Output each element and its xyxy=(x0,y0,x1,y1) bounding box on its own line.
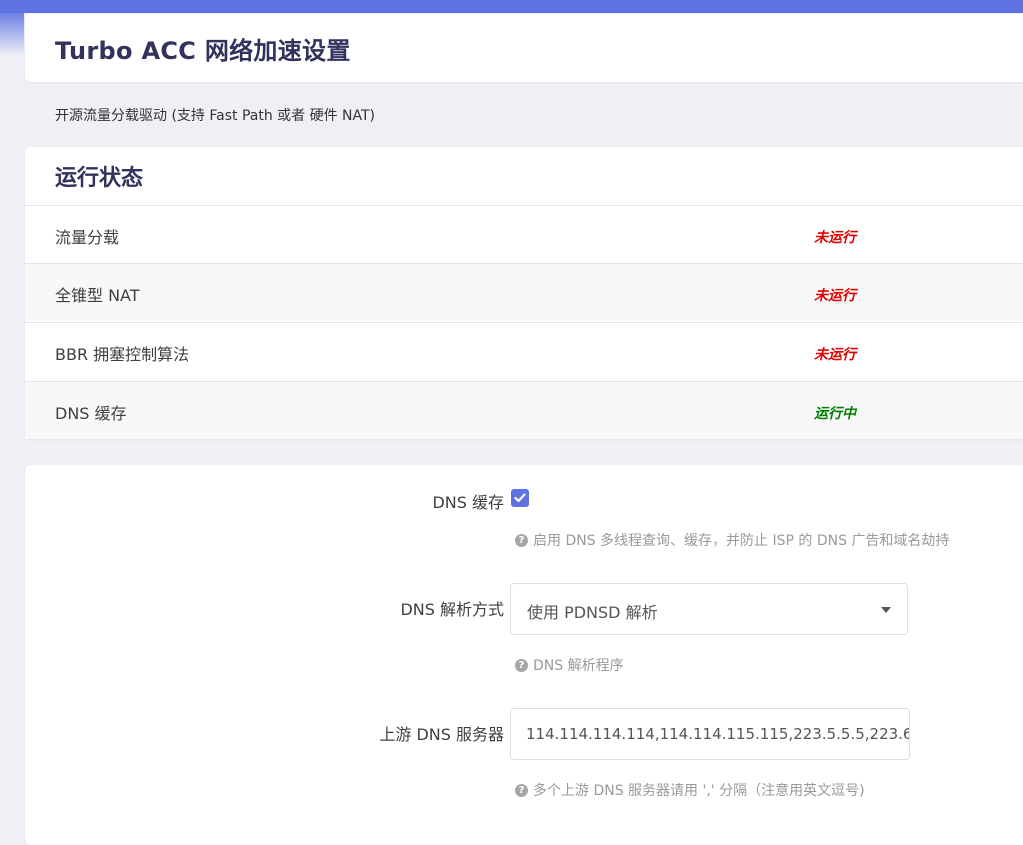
dns-mode-help: ? DNS 解析程序 xyxy=(515,655,624,675)
sidebar-edge xyxy=(0,13,24,55)
status-row-offload: 流量分载 未运行 xyxy=(25,205,1023,263)
status-row-fullcone-nat: 全锥型 NAT 未运行 xyxy=(25,263,1023,321)
status-label: 全锥型 NAT xyxy=(55,286,140,305)
status-value: 未运行 xyxy=(814,288,856,304)
help-text: 多个上游 DNS 服务器请用 ',' 分隔（注意用英文逗号) xyxy=(533,783,865,799)
status-label: BBR 拥塞控制算法 xyxy=(55,345,190,364)
status-value: 未运行 xyxy=(814,347,856,363)
dns-mode-selected: 使用 PDNSD 解析 xyxy=(527,603,658,622)
dns-cache-help: ? 启用 DNS 多线程查询、缓存，并防止 ISP 的 DNS 广告和域名劫持 xyxy=(515,530,949,550)
status-row-bbr: BBR 拥塞控制算法 未运行 xyxy=(25,322,1023,380)
top-accent-bar xyxy=(0,0,1023,13)
status-label: 流量分载 xyxy=(55,228,120,247)
status-heading: 运行状态 xyxy=(55,166,144,191)
question-circle-icon: ? xyxy=(515,658,528,672)
title-card: Turbo ACC 网络加速设置 xyxy=(25,14,1023,82)
status-value: 未运行 xyxy=(814,230,856,246)
settings-form: DNS 缓存 ? 启用 DNS 多线程查询、缓存，并防止 ISP 的 DNS 广… xyxy=(25,465,1023,845)
check-icon xyxy=(514,493,526,503)
question-circle-icon: ? xyxy=(515,533,528,547)
upstream-dns-input[interactable] xyxy=(510,708,910,760)
status-value: 运行中 xyxy=(814,406,856,422)
page-title: Turbo ACC 网络加速设置 xyxy=(55,37,351,65)
dns-mode-select[interactable]: 使用 PDNSD 解析 xyxy=(510,583,908,635)
upstream-dns-help: ? 多个上游 DNS 服务器请用 ',' 分隔（注意用英文逗号) xyxy=(515,780,865,800)
question-circle-icon: ? xyxy=(515,783,528,797)
status-panel: 运行状态 流量分载 未运行 全锥型 NAT 未运行 BBR 拥塞控制算法 未运行… xyxy=(25,147,1023,439)
upstream-dns-label: 上游 DNS 服务器 xyxy=(379,725,504,744)
caret-down-icon xyxy=(881,607,891,613)
status-label: DNS 缓存 xyxy=(55,404,127,423)
status-row-dns-cache: DNS 缓存 运行中 xyxy=(25,381,1023,439)
dns-cache-label: DNS 缓存 xyxy=(432,493,504,512)
page-description: 开源流量分载驱动 (支持 Fast Path 或者 硬件 NAT) xyxy=(55,108,376,124)
help-text: 启用 DNS 多线程查询、缓存，并防止 ISP 的 DNS 广告和域名劫持 xyxy=(533,533,950,549)
help-text: DNS 解析程序 xyxy=(533,658,624,674)
dns-mode-label: DNS 解析方式 xyxy=(400,600,504,619)
dns-cache-checkbox[interactable] xyxy=(511,489,529,507)
